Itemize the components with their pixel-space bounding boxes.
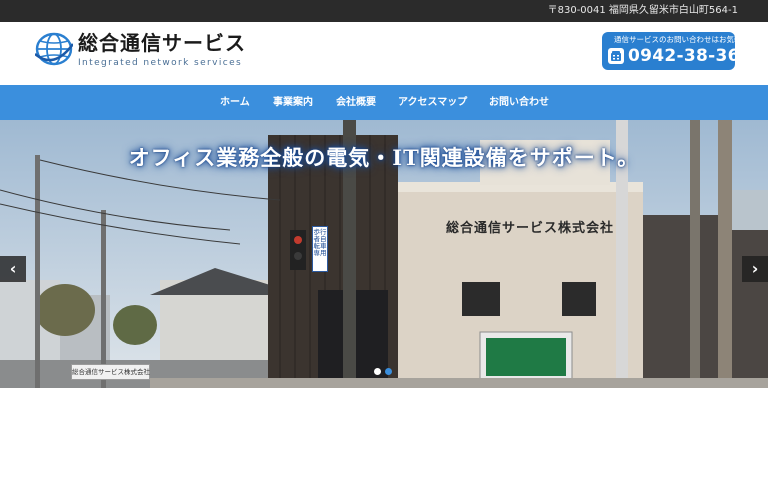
hero-catchcopy: オフィス業務全般の電気・IT関連設備をサポート。 (128, 145, 640, 170)
phone-contact-note: 通信サービスのお問い合わせはお気軽に (614, 35, 749, 44)
phone-number: 0942-38-3664 (628, 46, 764, 66)
global-nav: ホーム 事業案内 会社概要 アクセスマップ お問い合わせ (0, 85, 768, 120)
nav-item-contact[interactable]: お問い合わせ (489, 85, 549, 120)
site-logo[interactable]: 総合通信サービス Integrated network services (35, 30, 265, 76)
building-company-sign: 総合通信サービス株式会社 (446, 221, 615, 236)
chevron-left-icon: ‹ (9, 259, 17, 278)
globe-logo-icon (35, 32, 73, 66)
nav-item-access-map[interactable]: アクセスマップ (398, 85, 467, 120)
pedestrian-sign: 歩行者自転車専用 (312, 226, 328, 272)
hero-slider: オフィス業務全般の電気・IT関連設備をサポート。 総合通信サービス株式会社 歩行… (0, 120, 768, 388)
slider-dot-1[interactable] (374, 368, 381, 375)
top-bar: 〒830-0041 福岡県久留米市白山町564-1 (0, 0, 768, 22)
address-text: 〒830-0041 福岡県久留米市白山町564-1 (547, 5, 738, 16)
slider-next-button[interactable]: › (742, 256, 768, 282)
slider-prev-button[interactable]: ‹ (0, 256, 26, 282)
slider-pagination (372, 368, 396, 376)
roadside-company-sign: 総合通信サービス株式会社 (71, 364, 150, 380)
logo-subtitle: Integrated network services (78, 58, 243, 68)
phone-contact-button[interactable]: 通信サービスのお問い合わせはお気軽に 0942-38-3664 (602, 32, 764, 70)
phone-icon (608, 48, 624, 64)
site-header: 総合通信サービス Integrated network services 通信サ… (0, 22, 768, 85)
nav-item-company[interactable]: 会社概要 (336, 85, 376, 120)
nav-item-home[interactable]: ホーム (220, 85, 250, 120)
logo-title: 総合通信サービス (78, 31, 246, 55)
chevron-right-icon: › (751, 259, 759, 278)
slider-dot-2[interactable] (385, 368, 392, 375)
nav-item-business[interactable]: 事業案内 (273, 85, 313, 120)
